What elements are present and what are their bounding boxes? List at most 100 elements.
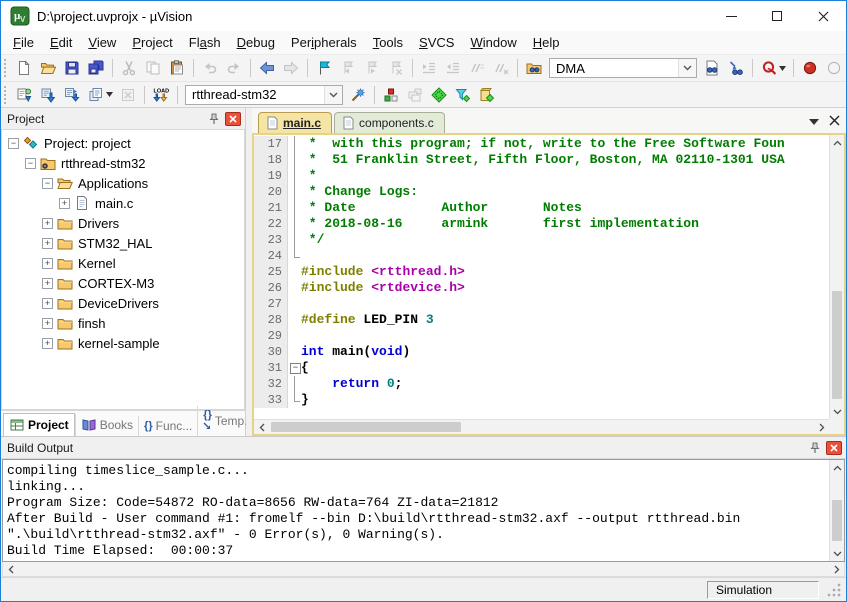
target-combo[interactable]: rtthread-stm32 (185, 85, 343, 105)
maximize-button[interactable] (754, 1, 800, 31)
resize-grip[interactable] (822, 581, 844, 599)
chevron-down-icon[interactable] (678, 59, 696, 77)
menu-item-debug[interactable]: Debug (229, 32, 283, 53)
editor-hscroll-thumb[interactable] (271, 422, 461, 432)
scroll-right-icon[interactable] (814, 420, 829, 435)
tree-item-kernel[interactable]: +Kernel (2, 253, 244, 273)
menu-item-peripherals[interactable]: Peripherals (283, 32, 365, 53)
scroll-left-icon[interactable] (254, 420, 269, 435)
panel-tab-project[interactable]: Project (3, 413, 75, 436)
editor-vscroll-thumb[interactable] (832, 291, 842, 399)
dropdown-caret-icon[interactable] (779, 66, 786, 71)
enable-disable-breakpoint-button[interactable] (822, 57, 846, 79)
select-software-packs-button[interactable] (451, 84, 475, 106)
toolbar-grip[interactable] (4, 59, 7, 77)
expand-icon[interactable]: + (42, 258, 53, 269)
manage-run-time-environment-button[interactable] (427, 84, 451, 106)
close-document-icon[interactable] (829, 113, 840, 131)
tree-item-stm32-hal[interactable]: +STM32_HAL (2, 233, 244, 253)
download-to-flash-button[interactable]: LOAD (149, 84, 173, 106)
tree-item-finsh[interactable]: +finsh (2, 313, 244, 333)
tree-item-devicedrivers[interactable]: +DeviceDrivers (2, 293, 244, 313)
tree-item-kernel-sample[interactable]: +kernel-sample (2, 333, 244, 353)
toolbar-grip[interactable] (4, 86, 7, 104)
open-file-button[interactable] (36, 57, 60, 79)
save-file-button[interactable] (60, 57, 84, 79)
find-in-files-dialog-button[interactable] (700, 57, 724, 79)
expand-icon[interactable]: + (59, 198, 70, 209)
expand-icon[interactable]: + (42, 318, 53, 329)
build-button[interactable] (36, 84, 60, 106)
expand-icon[interactable]: + (42, 298, 53, 309)
menu-item-help[interactable]: Help (525, 32, 568, 53)
tree-item-rtthread-stm32[interactable]: −rtthread-stm32 (2, 153, 244, 173)
document-list-icon[interactable] (809, 119, 819, 125)
options-for-target-button[interactable] (346, 84, 370, 106)
scroll-up-icon[interactable] (830, 460, 845, 475)
tree-item-main-c[interactable]: +main.c (2, 193, 244, 213)
tree-item-project-project[interactable]: −Project: project (2, 133, 244, 153)
chevron-down-icon[interactable] (324, 86, 342, 104)
editor-tab-components-c[interactable]: components.c (334, 112, 445, 133)
editor-tab-main-c[interactable]: main.c (258, 112, 332, 133)
build-output-log[interactable]: compiling timeslice_sample.c...linking..… (3, 460, 829, 561)
editor-vertical-scrollbar[interactable] (829, 135, 844, 419)
expand-icon[interactable]: + (42, 238, 53, 249)
build-vertical-scrollbar[interactable] (829, 460, 844, 561)
pin-icon[interactable] (809, 442, 821, 454)
menu-item-file[interactable]: File (5, 32, 42, 53)
pack-installer-button[interactable] (475, 84, 499, 106)
pin-icon[interactable] (208, 113, 220, 125)
new-file-button[interactable] (12, 57, 36, 79)
navigate-back-button[interactable] (255, 57, 279, 79)
manage-project-items-button[interactable] (379, 84, 403, 106)
find-in-files-button[interactable] (522, 57, 546, 79)
fold-collapse-icon[interactable] (288, 360, 301, 376)
panel-tab-func[interactable]: {}Func... (138, 416, 197, 436)
menu-item-view[interactable]: View (80, 32, 124, 53)
close-button[interactable] (800, 1, 846, 31)
menu-label-post: VCS (428, 35, 455, 50)
find-button[interactable] (757, 57, 789, 79)
expand-icon[interactable]: + (42, 338, 53, 349)
collapse-icon[interactable]: − (8, 138, 19, 149)
menu-item-project[interactable]: Project (124, 32, 180, 53)
rebuild-all-button[interactable] (60, 84, 84, 106)
code-editor[interactable]: 17 * with this program; if not, write to… (254, 135, 829, 419)
menu-item-flash[interactable]: Flash (181, 32, 229, 53)
scroll-down-icon[interactable] (830, 546, 845, 561)
menu-item-svcs[interactable]: SVCS (411, 32, 462, 53)
build-output-close-button[interactable] (826, 441, 842, 455)
menu-item-tools[interactable]: Tools (365, 32, 411, 53)
save-all-button[interactable] (84, 57, 108, 79)
dropdown-caret-icon[interactable] (106, 92, 113, 97)
tree-item-applications[interactable]: −Applications (2, 173, 244, 193)
incremental-find-button[interactable] (724, 57, 748, 79)
minimize-button[interactable] (708, 1, 754, 31)
line-number: 18 (254, 152, 288, 168)
collapse-icon[interactable]: − (25, 158, 36, 169)
tree-item-cortex-m3[interactable]: +CORTEX-M3 (2, 273, 244, 293)
expand-icon[interactable]: + (42, 278, 53, 289)
panel-tab-books[interactable]: Books (75, 414, 138, 436)
scroll-up-icon[interactable] (830, 135, 845, 150)
scroll-left-icon[interactable] (3, 562, 18, 577)
project-panel-close-button[interactable] (225, 112, 241, 126)
batch-build-button[interactable] (84, 84, 116, 106)
menu-item-edit[interactable]: Edit (42, 32, 80, 53)
scroll-down-icon[interactable] (830, 404, 845, 419)
collapse-icon[interactable]: − (42, 178, 53, 189)
paste-button[interactable] (165, 57, 189, 79)
menu-item-window[interactable]: Window (462, 32, 524, 53)
insert-remove-breakpoint-button[interactable] (798, 57, 822, 79)
load-icon: LOAD (153, 87, 169, 103)
translate-file-button[interactable] (12, 84, 36, 106)
expand-icon[interactable]: + (42, 218, 53, 229)
toggle-bookmark-button[interactable] (312, 57, 336, 79)
tree-item-drivers[interactable]: +Drivers (2, 213, 244, 233)
scroll-right-icon[interactable] (829, 562, 844, 577)
editor-horizontal-scrollbar[interactable] (254, 419, 829, 434)
build-vscroll-thumb[interactable] (832, 500, 842, 540)
search-combo[interactable]: DMA (549, 58, 697, 78)
build-horizontal-scrollbar[interactable] (2, 562, 845, 577)
